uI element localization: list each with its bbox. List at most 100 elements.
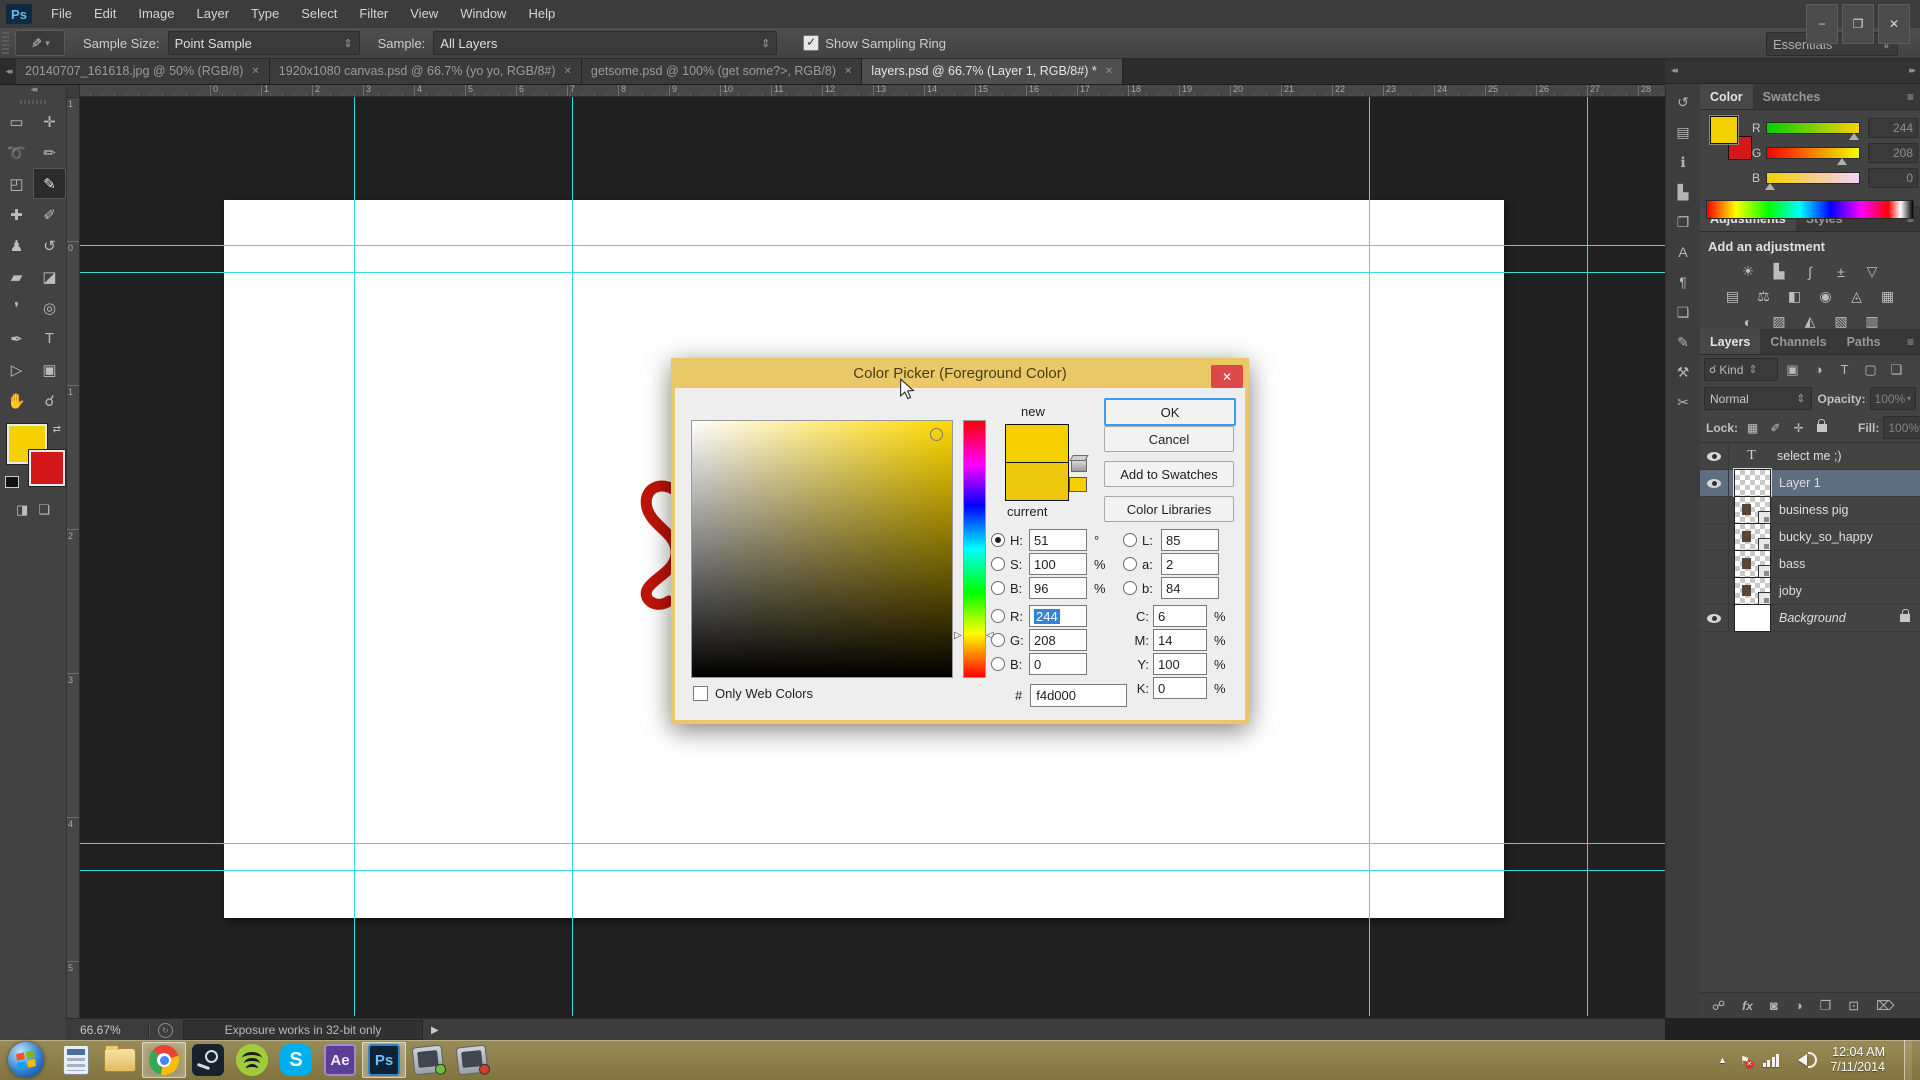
- channel-value[interactable]: 244: [1868, 117, 1918, 138]
- value-input[interactable]: 100: [1153, 653, 1207, 675]
- layer-row[interactable]: business pig: [1700, 496, 1920, 524]
- radio-button[interactable]: [991, 557, 1005, 571]
- color-libraries-button[interactable]: Color Libraries: [1104, 496, 1234, 522]
- radio-button[interactable]: [1123, 581, 1137, 595]
- adjustment-icon[interactable]: ◬: [1846, 287, 1868, 306]
- menu-item[interactable]: Type: [240, 0, 290, 28]
- adjustment-icon[interactable]: ▽: [1861, 262, 1883, 281]
- tool-button[interactable]: T: [33, 323, 66, 354]
- collapse-left-icon[interactable]: ◂◂: [0, 58, 16, 84]
- layer-visibility-toggle[interactable]: [1700, 470, 1729, 496]
- adjustment-icon[interactable]: ▙: [1768, 262, 1790, 281]
- value-input[interactable]: 85: [1161, 529, 1219, 551]
- layer-name[interactable]: bucky_so_happy: [1779, 530, 1873, 544]
- panel-menu-icon[interactable]: ≡: [1901, 84, 1920, 109]
- layer-row[interactable]: bass: [1700, 550, 1920, 578]
- adjustment-icon[interactable]: ☀: [1737, 262, 1759, 281]
- panel-icon[interactable]: ❏: [1672, 302, 1694, 322]
- current-color-swatch[interactable]: [1005, 462, 1069, 501]
- menu-item[interactable]: Select: [290, 0, 348, 28]
- layer-name[interactable]: joby: [1779, 584, 1802, 598]
- network-icon[interactable]: [1762, 1053, 1780, 1067]
- layer-name[interactable]: select me ;): [1777, 449, 1842, 463]
- adjustment-icon[interactable]: ◧: [1784, 287, 1806, 306]
- value-input[interactable]: 6: [1153, 605, 1207, 627]
- layer-name[interactable]: bass: [1779, 557, 1805, 571]
- lock-icon[interactable]: ✛: [1790, 419, 1807, 436]
- tool-button[interactable]: ❜: [0, 292, 33, 323]
- layer-effects-icon[interactable]: fx: [1742, 999, 1753, 1013]
- layer-filter-icon[interactable]: ❏: [1885, 358, 1908, 381]
- expand-panels-icon[interactable]: ▸▸: [1909, 65, 1916, 76]
- value-input[interactable]: 0: [1029, 653, 1087, 675]
- radio-button[interactable]: [1123, 557, 1137, 571]
- channel-slider-track[interactable]: [1764, 171, 1860, 190]
- layer-filter-icon[interactable]: ▢: [1859, 358, 1882, 381]
- tool-button[interactable]: ✐: [33, 199, 66, 230]
- layer-name[interactable]: Layer 1: [1779, 476, 1821, 490]
- tool-button[interactable]: ➰: [0, 137, 33, 168]
- spotify-icon[interactable]: [230, 1042, 274, 1078]
- panel-icon[interactable]: ❐: [1672, 212, 1694, 232]
- document-tab[interactable]: 1920x1080 canvas.psd @ 66.7% (yo yo, RGB…: [269, 58, 582, 84]
- tool-button[interactable]: ☌: [33, 385, 66, 416]
- layer-name[interactable]: business pig: [1779, 503, 1849, 517]
- layer-action-icon[interactable]: ⌦: [1876, 998, 1894, 1014]
- tab-close-icon[interactable]: ✕: [1105, 66, 1113, 77]
- radio-button[interactable]: [991, 581, 1005, 595]
- photoshop-taskbar-icon[interactable]: Ps: [362, 1042, 406, 1078]
- panel-icon[interactable]: ↺: [1672, 92, 1694, 112]
- layer-action-icon[interactable]: ◙: [1770, 998, 1778, 1014]
- foreground-color-swatch-panel[interactable]: [1709, 115, 1739, 145]
- layer-row[interactable]: T select me ;): [1700, 443, 1920, 470]
- tab-close-icon[interactable]: ✕: [844, 66, 852, 77]
- status-message[interactable]: Exposure works in 32-bit only: [183, 1020, 423, 1040]
- hue-slider-arrow-left[interactable]: ▷: [954, 630, 962, 641]
- ok-button[interactable]: OK: [1104, 398, 1236, 426]
- layer-filter-icon[interactable]: ▣: [1781, 358, 1804, 381]
- menu-item[interactable]: Edit: [83, 0, 127, 28]
- document-tab[interactable]: layers.psd @ 66.7% (Layer 1, RGB/8#) * ✕: [862, 58, 1124, 84]
- tab-swatches[interactable]: Swatches: [1753, 84, 1831, 109]
- restore-button[interactable]: ❐: [1842, 4, 1874, 44]
- channel-slider-thumb[interactable]: [1836, 153, 1847, 165]
- tool-button[interactable]: ▣: [33, 354, 66, 385]
- value-input[interactable]: 100: [1029, 553, 1087, 575]
- dialog-title-bar[interactable]: Color Picker (Foreground Color): [671, 358, 1249, 388]
- radio-button[interactable]: [991, 633, 1005, 647]
- quick-mask-icon[interactable]: ◨: [16, 502, 28, 518]
- adjustment-icon[interactable]: ∫: [1799, 262, 1821, 281]
- layer-visibility-toggle[interactable]: [1700, 497, 1729, 523]
- lock-icon[interactable]: ✐: [1767, 419, 1784, 436]
- menu-item[interactable]: File: [40, 0, 83, 28]
- screen-capture-icon[interactable]: [406, 1042, 450, 1078]
- collapse-panels-icon[interactable]: ◂◂: [1671, 65, 1678, 76]
- close-button[interactable]: ✕: [1878, 4, 1910, 44]
- color-spectrum-ramp[interactable]: [1706, 200, 1914, 219]
- adjustment-icon[interactable]: ▦: [1877, 287, 1899, 306]
- layer-thumbnail[interactable]: [1734, 577, 1771, 605]
- tool-button[interactable]: ◰: [0, 168, 33, 199]
- current-tool-dropdown[interactable]: ✎ ▾: [15, 30, 65, 56]
- steam-icon[interactable]: [186, 1042, 230, 1078]
- document-tab[interactable]: 20140707_161618.jpg @ 50% (RGB/8) ✕: [16, 58, 270, 84]
- layer-name[interactable]: Background: [1779, 611, 1846, 625]
- layer-row[interactable]: Layer 1: [1700, 468, 1920, 498]
- channel-slider-thumb[interactable]: [1849, 128, 1860, 140]
- sample-size-dropdown[interactable]: Point Sample ⇕: [167, 31, 360, 55]
- tool-button[interactable]: ▭: [0, 106, 33, 137]
- channel-slider-track[interactable]: [1766, 121, 1860, 140]
- color-field-selector-ring[interactable]: [930, 428, 943, 441]
- menu-item[interactable]: View: [399, 0, 449, 28]
- value-input[interactable]: 96: [1029, 577, 1087, 599]
- layer-filter-icon[interactable]: T: [1833, 358, 1856, 381]
- layer-visibility-toggle[interactable]: [1700, 578, 1729, 604]
- layer-action-icon[interactable]: ◑: [1795, 998, 1803, 1014]
- tab-close-icon[interactable]: ✕: [564, 66, 572, 77]
- menu-item[interactable]: Help: [517, 0, 566, 28]
- calculator-icon[interactable]: [54, 1042, 98, 1078]
- adjustment-icon[interactable]: ▤: [1722, 287, 1744, 306]
- fill-value[interactable]: 100% ▾: [1883, 416, 1920, 439]
- tab-close-icon[interactable]: ✕: [251, 66, 259, 77]
- layer-thumbnail[interactable]: T: [1734, 443, 1769, 469]
